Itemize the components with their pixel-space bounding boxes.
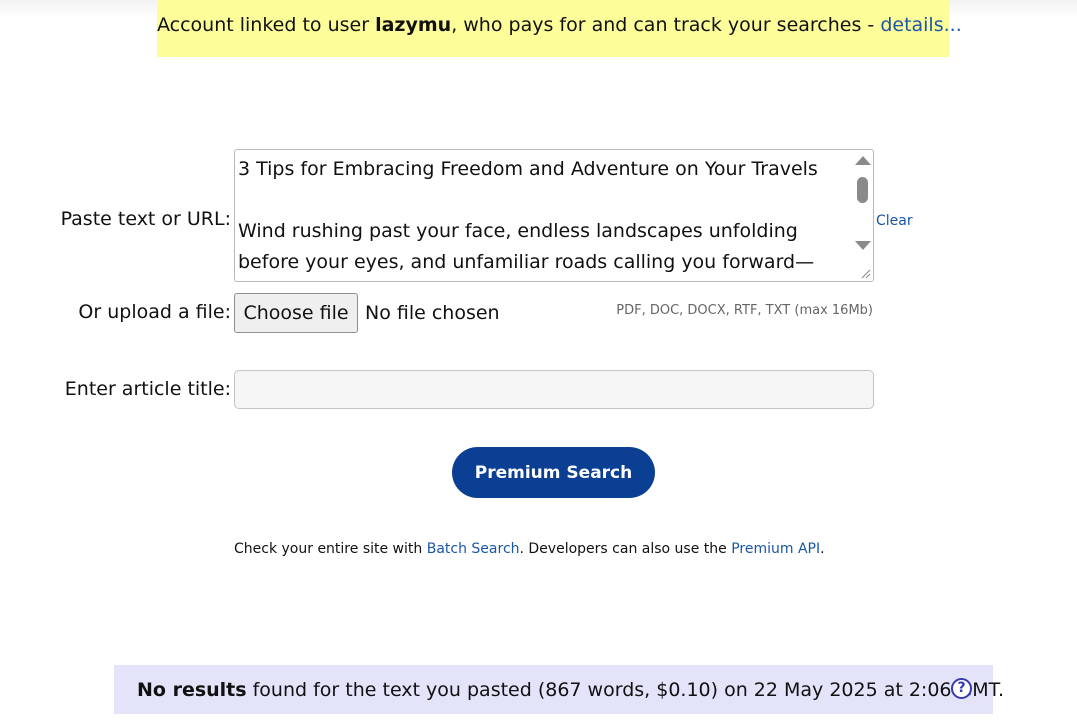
result-banner: No results found for the text you pasted… xyxy=(114,665,1004,714)
scroll-thumb[interactable] xyxy=(857,177,868,203)
info-text-3: . xyxy=(820,541,825,557)
details-link[interactable]: details... xyxy=(880,14,961,36)
scroll-up-arrow-icon[interactable] xyxy=(855,156,871,165)
notice-prefix: Account linked to user xyxy=(157,14,376,36)
resize-handle-icon[interactable] xyxy=(860,268,871,279)
account-notice-banner: Account linked to user lazymu, who pays … xyxy=(157,0,962,57)
article-title-label: Enter article title: xyxy=(64,378,231,400)
upload-file-label: Or upload a file: xyxy=(78,301,231,323)
clear-link[interactable]: Clear xyxy=(876,213,913,229)
info-line: Check your entire site with Batch Search… xyxy=(234,541,825,557)
article-title-input[interactable] xyxy=(234,370,874,409)
info-text-1: Check your entire site with xyxy=(234,541,427,557)
info-text-2: . Developers can also use the xyxy=(519,541,732,557)
premium-search-button[interactable]: Premium Search xyxy=(452,447,655,498)
batch-search-link[interactable]: Batch Search xyxy=(427,541,520,557)
result-message: No results found for the text you pasted… xyxy=(137,679,1004,701)
text-content-title: 3 Tips for Embracing Freedom and Adventu… xyxy=(238,158,818,180)
notice-username: lazymu xyxy=(375,14,452,36)
scroll-down-arrow-icon[interactable] xyxy=(855,241,871,250)
text-content[interactable]: 3 Tips for Embracing Freedom and Adventu… xyxy=(238,154,850,281)
notice-suffix: , who pays for and can track your search… xyxy=(451,14,881,36)
premium-api-link[interactable]: Premium API xyxy=(731,541,820,557)
paste-text-label: Paste text or URL: xyxy=(60,208,231,230)
result-status: No results xyxy=(137,679,247,701)
text-content-body: Wind rushing past your face, endless lan… xyxy=(238,220,815,273)
text-input-area[interactable]: 3 Tips for Embracing Freedom and Adventu… xyxy=(234,149,874,282)
file-status-text: No file chosen xyxy=(365,302,500,324)
file-types-hint: PDF, DOC, DOCX, RTF, TXT (max 16Mb) xyxy=(616,303,873,318)
textarea-scrollbar[interactable] xyxy=(851,150,873,281)
choose-file-button[interactable]: Choose file xyxy=(234,293,358,333)
result-details: found for the text you pasted (867 words… xyxy=(246,679,1005,701)
help-icon[interactable]: ? xyxy=(951,678,972,699)
